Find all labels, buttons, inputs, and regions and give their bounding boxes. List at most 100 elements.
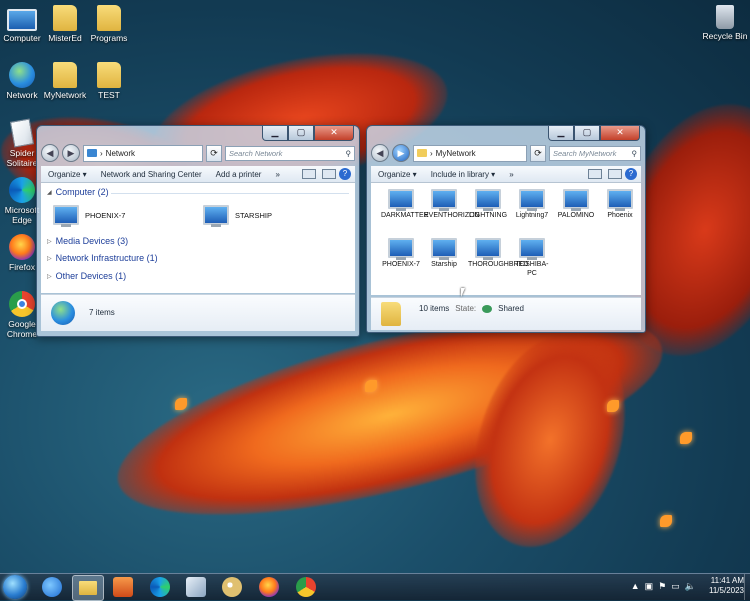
address-bar[interactable]: › Network [83, 144, 203, 162]
computer-icon [519, 238, 545, 260]
list-item[interactable]: PHOENIX-7 [381, 238, 421, 270]
folder-icon [97, 62, 121, 88]
forward-button[interactable]: ▶ [392, 144, 410, 162]
back-button[interactable]: ◀ [41, 144, 59, 162]
network-tray-icon[interactable]: ▭ [671, 581, 680, 592]
refresh-button[interactable]: ⟳ [530, 144, 546, 162]
refresh-button[interactable]: ⟳ [206, 144, 222, 162]
group-header-infrastructure[interactable]: ▷ Network Infrastructure (1) [47, 253, 158, 263]
network-globe-icon [51, 301, 75, 325]
wallpaper-ember [607, 400, 619, 412]
desktop-icon-test[interactable]: TEST [82, 62, 136, 100]
wallpaper-ember [680, 432, 692, 444]
maximize-button[interactable]: ▢ [574, 126, 600, 141]
organize-button[interactable]: Organize ▾ [41, 170, 94, 179]
search-input[interactable]: Search MyNetwork ⚲ [549, 145, 641, 161]
list-item[interactable]: TOSHIBA-PC [512, 238, 552, 278]
shared-users-icon [482, 304, 493, 313]
help-icon[interactable]: ? [625, 168, 637, 180]
view-options-icon[interactable] [302, 169, 316, 179]
state-value: Shared [498, 304, 524, 313]
list-item[interactable]: PALOMINO [556, 189, 596, 221]
computer-icon [388, 189, 414, 211]
computer-icon [607, 189, 633, 211]
search-input[interactable]: Search Network ⚲ [225, 145, 355, 161]
group-header-media[interactable]: ▷ Media Devices (3) [47, 236, 128, 246]
folder-icon [381, 302, 401, 326]
taskbar: ▲ ▣ ⚑ ▭ 🔈 11:41 AM 11/5/2023 [0, 573, 750, 601]
window-controls: ▁ ▢ ✕ [262, 126, 354, 141]
more-commands-button[interactable]: » [268, 170, 286, 179]
group-header-other[interactable]: ▷ Other Devices (1) [47, 271, 126, 281]
wallpaper-ember [660, 515, 672, 527]
list-item[interactable]: DARKMATTER [381, 189, 429, 221]
search-icon: ⚲ [345, 148, 352, 158]
network-globe-icon [9, 62, 35, 88]
computer-icon [431, 238, 457, 260]
computer-icon [7, 9, 37, 31]
list-item[interactable]: LIGHTNING [468, 189, 508, 221]
minimize-button[interactable]: ▁ [548, 126, 574, 141]
window-controls: ▁ ▢ ✕ [548, 126, 640, 141]
maximize-button[interactable]: ▢ [288, 126, 314, 141]
computer-icon [475, 189, 501, 211]
chrome-icon [9, 291, 35, 317]
notes-icon[interactable] [186, 577, 206, 597]
list-item[interactable]: Lightning7 [512, 189, 552, 221]
address-separator: › [100, 148, 103, 158]
desktop-icon-recycle-bin[interactable]: Recycle Bin [698, 5, 750, 41]
show-desktop-button[interactable] [744, 574, 750, 600]
minimize-button[interactable]: ▁ [262, 126, 288, 141]
more-commands-button[interactable]: » [502, 170, 520, 179]
action-center-flag-icon[interactable]: ⚑ [658, 581, 666, 592]
system-tray: ▲ ▣ ⚑ ▭ 🔈 [631, 581, 696, 592]
internet-explorer-icon[interactable] [42, 577, 62, 597]
back-button[interactable]: ◀ [371, 144, 389, 162]
help-icon[interactable]: ? [339, 168, 351, 180]
address-separator: › [430, 148, 433, 158]
view-options-icon[interactable] [588, 169, 602, 179]
list-item[interactable]: THOROUGHBRED [468, 238, 528, 270]
mynetwork-window[interactable]: ▁ ▢ ✕ ◀ ▶ › MyNetwork ⟳ Search MyNetwork… [366, 125, 646, 333]
network-window[interactable]: ▁ ▢ ✕ ◀ ▶ › Network ⟳ Search Network ⚲ O… [36, 125, 360, 337]
edge-icon [9, 177, 35, 203]
user-folder-icon [53, 5, 77, 31]
navigation-bar: ◀ ▶ › Network ⟳ Search Network ⚲ [41, 143, 355, 163]
app-tray-icon[interactable]: ▣ [645, 581, 654, 592]
media-player-icon[interactable] [113, 577, 133, 597]
recycle-bin-icon [716, 5, 734, 29]
preview-pane-icon[interactable] [322, 169, 336, 179]
start-button[interactable] [3, 575, 27, 599]
expand-arrow-icon: ▷ [47, 255, 52, 262]
file-explorer-taskbar-button[interactable] [72, 575, 104, 601]
list-item[interactable]: EVENTHORIZON [424, 189, 480, 221]
include-in-library-button[interactable]: Include in library ▾ [424, 170, 503, 179]
preview-pane-icon[interactable] [608, 169, 622, 179]
network-sharing-center-button[interactable]: Network and Sharing Center [94, 170, 209, 179]
list-item[interactable]: Starship [424, 238, 464, 270]
volume-icon[interactable]: 🔈 [685, 581, 696, 592]
clock[interactable]: 11:41 AM 11/5/2023 [709, 576, 744, 596]
group-header-computer[interactable]: ◢ Computer (2) [47, 187, 109, 197]
folder-icon [79, 581, 97, 595]
state-label: State: [455, 304, 477, 313]
close-button[interactable]: ✕ [600, 126, 640, 141]
organize-button[interactable]: Organize ▾ [371, 170, 424, 179]
list-item[interactable]: STARSHIP [203, 205, 272, 227]
paint-icon[interactable] [222, 577, 242, 597]
close-button[interactable]: ✕ [314, 126, 354, 141]
address-text: MyNetwork [435, 148, 476, 158]
list-item[interactable]: PHOENIX-7 [53, 205, 125, 227]
chrome-icon[interactable] [296, 577, 316, 597]
desktop-icon-programs[interactable]: Programs [82, 5, 136, 43]
clock-time: 11:41 AM [710, 576, 744, 585]
computer-icon [388, 238, 414, 260]
list-item[interactable]: Phoenix [600, 189, 640, 221]
edge-icon[interactable] [150, 577, 170, 597]
show-hidden-icons-button[interactable]: ▲ [631, 581, 640, 592]
computer-icon [53, 205, 79, 227]
forward-button[interactable]: ▶ [62, 144, 80, 162]
firefox-icon[interactable] [259, 577, 279, 597]
add-printer-button[interactable]: Add a printer [209, 170, 269, 179]
address-bar[interactable]: › MyNetwork [413, 144, 527, 162]
